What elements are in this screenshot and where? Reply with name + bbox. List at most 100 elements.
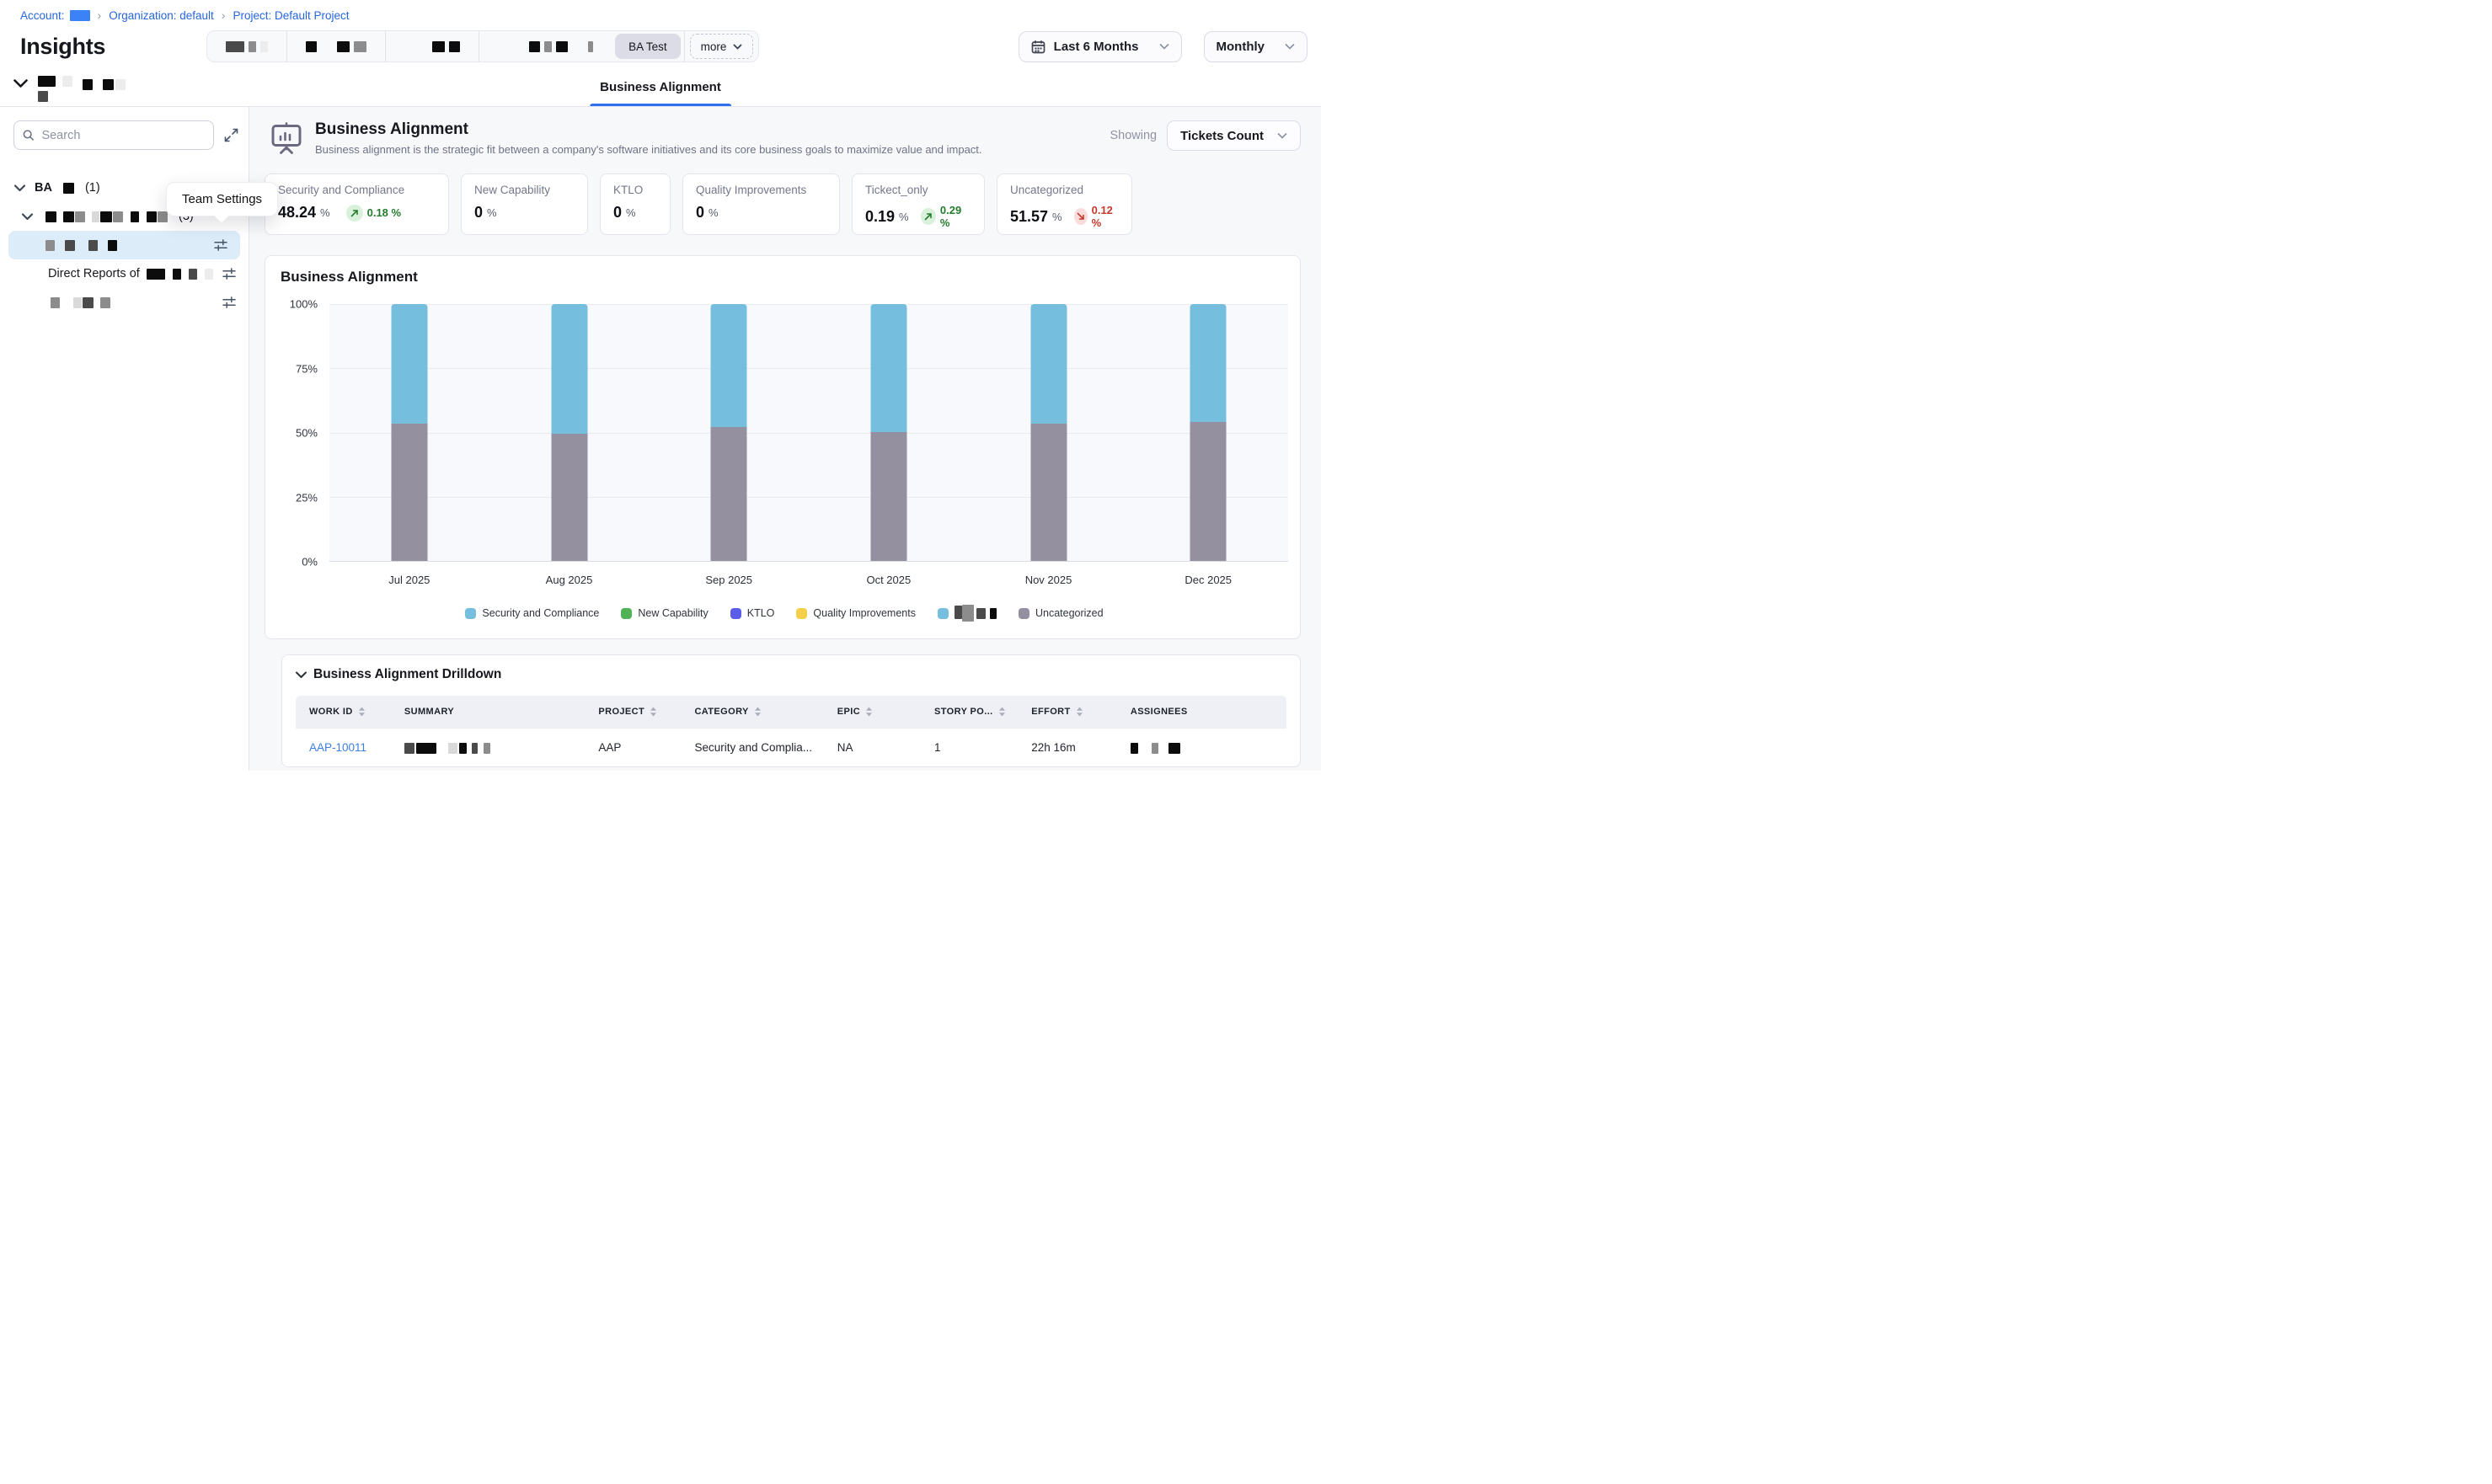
- view-segment-1[interactable]: [207, 31, 286, 61]
- legend-new-capability[interactable]: New Capability: [621, 607, 708, 619]
- stacked-bar-oct-2025[interactable]: [870, 304, 906, 561]
- trend-up-icon: [924, 212, 933, 221]
- breadcrumb-account[interactable]: Account:: [20, 9, 90, 22]
- ba-test-button[interactable]: BA Test: [615, 34, 681, 59]
- kpi-card-uncategorized: Uncategorized 51.57% 0.12 %: [997, 173, 1132, 235]
- expand-icon[interactable]: [224, 128, 238, 142]
- drilldown-card: Business Alignment Drilldown WORK ID SUM…: [281, 654, 1301, 767]
- sort-icon: [865, 707, 873, 717]
- chevron-down-icon: [13, 79, 28, 88]
- col-project[interactable]: PROJECT: [585, 696, 681, 729]
- search-icon: [23, 129, 34, 141]
- stacked-bar-aug-2025[interactable]: [551, 304, 587, 561]
- chevron-down-icon: [733, 44, 742, 50]
- bar-segment[interactable]: [391, 424, 427, 561]
- calendar-icon: [1031, 40, 1045, 54]
- chevron-down-icon: [1277, 132, 1287, 139]
- bar-segment[interactable]: [1030, 304, 1067, 424]
- x-axis-label: Oct 2025: [809, 574, 969, 586]
- bar-segment[interactable]: [391, 304, 427, 424]
- col-story-points[interactable]: STORY PO...: [921, 696, 1018, 729]
- stacked-bar-nov-2025[interactable]: [1030, 304, 1067, 561]
- kpi-card-tickect-only: Tickect_only 0.19% 0.29 %: [852, 173, 985, 235]
- showing-select[interactable]: Tickets Count: [1167, 120, 1301, 151]
- stacked-bar-sep-2025[interactable]: [711, 304, 747, 561]
- col-category[interactable]: CATEGORY: [681, 696, 823, 729]
- business-alignment-chart-card: Business Alignment 100% 75% 50% 25% 0%: [265, 255, 1301, 639]
- bar-segment[interactable]: [870, 432, 906, 561]
- trend-badge: 0.12 %: [1074, 204, 1119, 229]
- bar-segment[interactable]: [1030, 424, 1067, 561]
- team-settings-icon[interactable]: [222, 267, 237, 281]
- tree-node-direct-reports[interactable]: Direct Reports of: [0, 259, 249, 288]
- x-axis-label: Nov 2025: [969, 574, 1129, 586]
- bar-slot: [809, 304, 969, 561]
- redacted-account-name: [70, 10, 90, 21]
- bar-segment[interactable]: [711, 427, 747, 561]
- bar-segment[interactable]: [551, 434, 587, 561]
- chevron-down-icon: [296, 671, 307, 679]
- col-work-id[interactable]: WORK ID: [296, 696, 391, 729]
- kpi-row: Security and Compliance 48.24% 0.18 % Ne…: [265, 173, 1301, 235]
- team-settings-icon[interactable]: [213, 238, 228, 253]
- bar-slot: [649, 304, 809, 561]
- legend-quality-improvements[interactable]: Quality Improvements: [796, 607, 916, 619]
- project-cell: AAP: [585, 729, 681, 767]
- bar-segment[interactable]: [711, 304, 747, 427]
- x-axis-label: Aug 2025: [489, 574, 650, 586]
- story-points-cell: 1: [921, 729, 1018, 767]
- team-settings-tooltip: Team Settings: [166, 182, 278, 216]
- collapse-panel-toggle[interactable]: [13, 74, 126, 102]
- col-effort[interactable]: EFFORT: [1018, 696, 1117, 729]
- granularity-select[interactable]: Monthly: [1204, 31, 1308, 62]
- view-segment-3[interactable]: [385, 31, 479, 61]
- kpi-card-quality-improvements: Quality Improvements 0%: [682, 173, 840, 235]
- x-axis-label: Jul 2025: [329, 574, 489, 586]
- date-range-select[interactable]: Last 6 Months: [1019, 31, 1182, 62]
- legend-security-and-compliance[interactable]: Security and Compliance: [465, 607, 599, 619]
- main-content: Business Alignment Business alignment is…: [249, 107, 1321, 771]
- epic-cell: NA: [824, 729, 921, 767]
- tree-node-selected[interactable]: [8, 231, 240, 259]
- summary-cell: [391, 729, 585, 767]
- team-settings-icon[interactable]: [222, 296, 237, 310]
- drilldown-table: WORK ID SUMMARY PROJECT CATEGORY EPIC ST…: [296, 696, 1286, 766]
- table-header-row: WORK ID SUMMARY PROJECT CATEGORY EPIC ST…: [296, 696, 1286, 729]
- breadcrumb-project[interactable]: Project: Default Project: [233, 9, 349, 22]
- section-description: Business alignment is the strategic fit …: [315, 143, 982, 156]
- work-id-link[interactable]: AAP-10011: [309, 741, 366, 754]
- sort-icon: [650, 707, 657, 717]
- tree-node-other[interactable]: [0, 288, 249, 317]
- legend-uncategorized[interactable]: Uncategorized: [1019, 607, 1104, 619]
- bar-segment[interactable]: [1190, 304, 1227, 422]
- drilldown-header[interactable]: Business Alignment Drilldown: [296, 667, 1286, 682]
- trend-up-icon: [350, 209, 359, 217]
- showing-label: Showing: [1110, 129, 1157, 142]
- search-input[interactable]: [41, 129, 205, 142]
- presentation-chart-icon: [270, 122, 303, 154]
- col-epic[interactable]: EPIC: [824, 696, 921, 729]
- more-dropdown[interactable]: more: [690, 34, 754, 59]
- breadcrumb-organization[interactable]: Organization: default: [109, 9, 214, 22]
- page-title: Insights: [20, 34, 105, 60]
- view-segment-2[interactable]: [286, 31, 385, 61]
- col-assignees: ASSIGNEES: [1117, 696, 1286, 729]
- bar-slot: [969, 304, 1129, 561]
- chart-legend: Security and Compliance New Capability K…: [281, 605, 1288, 622]
- effort-cell: 22h 16m: [1018, 729, 1117, 767]
- tab-business-alignment[interactable]: Business Alignment: [600, 67, 721, 106]
- bar-segment[interactable]: [870, 304, 906, 432]
- trend-badge: 0.18 %: [346, 205, 401, 222]
- x-axis-labels: Jul 2025Aug 2025Sep 2025Oct 2025Nov 2025…: [329, 574, 1288, 586]
- bar-segment[interactable]: [1190, 422, 1227, 561]
- stacked-bar-dec-2025[interactable]: [1190, 304, 1227, 561]
- bar-slot: [1128, 304, 1288, 561]
- bar-segment[interactable]: [551, 304, 587, 434]
- col-summary: SUMMARY: [391, 696, 585, 729]
- view-segment-4[interactable]: [479, 31, 612, 61]
- legend-redacted-series[interactable]: [938, 605, 997, 622]
- stacked-bar-jul-2025[interactable]: [391, 304, 427, 561]
- assignees-cell: [1117, 729, 1286, 767]
- legend-ktlo[interactable]: KTLO: [730, 607, 775, 619]
- sort-icon: [998, 707, 1006, 717]
